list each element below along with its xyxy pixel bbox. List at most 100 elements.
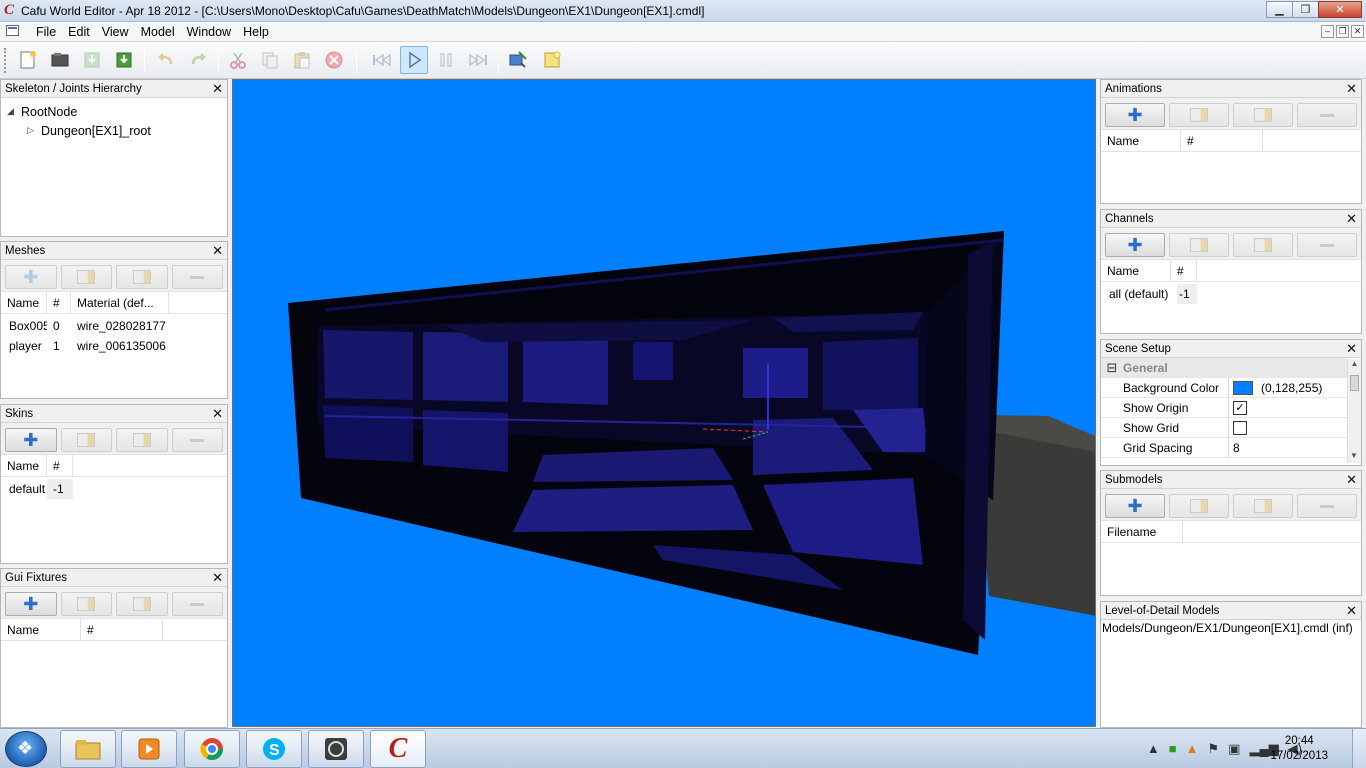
scroll-thumb[interactable] — [1350, 375, 1359, 391]
chrome-icon[interactable] — [184, 730, 240, 768]
scrollbar[interactable]: ▲ ▼ — [1347, 359, 1361, 463]
move-up-button[interactable] — [60, 592, 112, 616]
update-icon[interactable]: ▲ — [1186, 741, 1199, 757]
close-icon[interactable]: ✕ — [212, 243, 223, 259]
device-icon[interactable]: ▣ — [1228, 741, 1240, 757]
fast-forward-icon[interactable] — [464, 46, 492, 74]
remove-button[interactable] — [1297, 233, 1357, 257]
add-button[interactable]: ✚ — [5, 592, 57, 616]
copy-icon[interactable] — [256, 46, 284, 74]
mdi-restore-button[interactable]: ❐ — [1336, 25, 1349, 38]
close-icon[interactable]: ✕ — [1346, 81, 1357, 97]
property-value[interactable]: 8 — [1229, 438, 1347, 457]
menu-model[interactable]: Model — [135, 24, 181, 40]
mdi-minimize-button[interactable]: – — [1321, 25, 1334, 38]
table-row[interactable]: default -1 — [1, 479, 227, 499]
paste-icon[interactable] — [288, 46, 316, 74]
show-origin-checkbox[interactable]: ✓ — [1233, 400, 1247, 415]
menu-edit[interactable]: Edit — [62, 24, 96, 40]
column-header[interactable]: Name — [1, 292, 47, 313]
toolbar-grip[interactable] — [4, 48, 7, 73]
move-up-button[interactable] — [1169, 103, 1229, 127]
remove-button[interactable] — [171, 428, 223, 452]
undo-icon[interactable] — [152, 46, 180, 74]
3d-viewport[interactable] — [232, 79, 1096, 727]
note-icon[interactable] — [538, 46, 566, 74]
close-icon[interactable]: ✕ — [212, 81, 223, 97]
move-down-button[interactable] — [116, 428, 168, 452]
transform-tool-icon[interactable] — [504, 46, 532, 74]
new-file-icon[interactable] — [14, 46, 42, 74]
close-icon[interactable]: ✕ — [1346, 211, 1357, 227]
play-icon[interactable] — [400, 46, 428, 74]
3dsmax-icon[interactable] — [308, 730, 364, 768]
column-header[interactable]: Name — [1, 619, 81, 640]
scroll-down-icon[interactable]: ▼ — [1348, 451, 1360, 463]
add-button[interactable]: ✚ — [5, 428, 57, 452]
menu-view[interactable]: View — [96, 24, 135, 40]
cafu-editor-taskbar-icon[interactable]: C — [370, 730, 426, 768]
redo-icon[interactable] — [184, 46, 212, 74]
remove-button[interactable] — [1297, 494, 1357, 518]
close-button[interactable]: ✕ — [1318, 1, 1362, 18]
tree-node-root[interactable]: ◢ RootNode — [7, 102, 221, 121]
add-button[interactable]: ✚ — [1105, 103, 1165, 127]
save-as-icon[interactable] — [110, 46, 138, 74]
file-explorer-icon[interactable] — [60, 730, 116, 768]
skype-icon[interactable]: S — [246, 730, 302, 768]
move-up-button[interactable] — [60, 265, 112, 289]
property-show-grid[interactable]: Show Grid — [1101, 418, 1347, 438]
document-system-icon[interactable] — [6, 25, 19, 36]
column-header[interactable]: # — [81, 619, 163, 640]
property-grid-spacing[interactable]: Grid Spacing 8 — [1101, 438, 1347, 458]
system-clock[interactable]: 20:44 17/02/2013 — [1270, 734, 1328, 764]
move-up-button[interactable] — [60, 428, 112, 452]
column-header[interactable]: # — [47, 455, 73, 476]
add-button[interactable]: ✚ — [1105, 233, 1165, 257]
close-icon[interactable]: ✕ — [1346, 472, 1357, 488]
property-show-origin[interactable]: Show Origin ✓ — [1101, 398, 1347, 418]
table-row[interactable]: Box005 0 wire_028028177 — [1, 316, 227, 336]
show-desktop-button[interactable] — [1352, 729, 1366, 768]
security-shield-icon[interactable]: ■ — [1169, 741, 1177, 757]
table-row[interactable]: player 1 wire_006135006 — [1, 336, 227, 356]
color-swatch[interactable] — [1233, 380, 1253, 395]
open-file-icon[interactable] — [46, 46, 74, 74]
start-button[interactable] — [5, 731, 47, 767]
column-header[interactable]: Filename — [1101, 521, 1183, 542]
expanded-triangle-icon[interactable]: ◢ — [7, 106, 21, 117]
collapsed-triangle-icon[interactable]: ▷ — [27, 125, 41, 136]
move-down-button[interactable] — [1233, 494, 1293, 518]
action-center-flag-icon[interactable]: ⚑ — [1208, 741, 1220, 757]
show-hidden-icons-icon[interactable]: ▲ — [1147, 741, 1160, 757]
move-up-button[interactable] — [1169, 233, 1229, 257]
collapse-icon[interactable]: ⊟ — [1101, 360, 1123, 376]
column-header[interactable]: # — [47, 292, 71, 313]
column-header[interactable]: Name — [1101, 130, 1181, 151]
pause-icon[interactable] — [432, 46, 460, 74]
cut-icon[interactable] — [224, 46, 252, 74]
remove-button[interactable] — [171, 592, 223, 616]
save-icon[interactable] — [78, 46, 106, 74]
property-category[interactable]: ⊟ General — [1101, 358, 1347, 378]
move-up-button[interactable] — [1169, 494, 1229, 518]
move-down-button[interactable] — [116, 592, 168, 616]
move-down-button[interactable] — [1233, 233, 1293, 257]
tree-node-child[interactable]: ▷ Dungeon[EX1]_root — [7, 121, 221, 140]
rewind-icon[interactable] — [368, 46, 396, 74]
table-row[interactable]: all (default) -1 — [1101, 284, 1361, 304]
menu-window[interactable]: Window — [181, 24, 237, 40]
column-header[interactable]: Material (def... — [71, 292, 169, 313]
menu-file[interactable]: File — [30, 24, 62, 40]
lod-model-item[interactable]: Models/Dungeon/EX1/Dungeon[EX1].cmdl (in… — [1101, 620, 1361, 636]
media-player-icon[interactable] — [121, 730, 177, 768]
restore-button[interactable]: ❐ — [1292, 1, 1319, 18]
close-icon[interactable]: ✕ — [1346, 341, 1357, 357]
close-icon[interactable]: ✕ — [212, 570, 223, 586]
column-header[interactable]: Name — [1, 455, 47, 476]
column-header[interactable]: # — [1181, 130, 1263, 151]
add-button[interactable]: ✚ — [5, 265, 57, 289]
column-header[interactable]: Name — [1101, 260, 1171, 281]
move-down-button[interactable] — [1233, 103, 1293, 127]
close-icon[interactable]: ✕ — [212, 406, 223, 422]
